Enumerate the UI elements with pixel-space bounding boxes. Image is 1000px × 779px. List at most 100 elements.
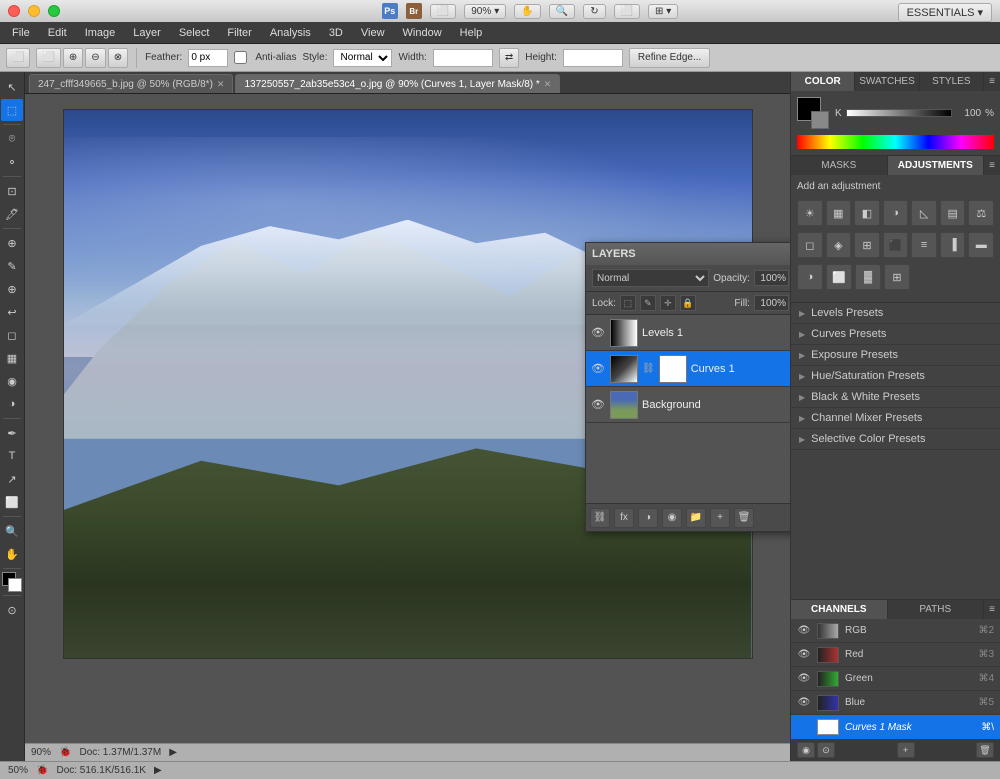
channel-green[interactable]: 👁 Green ⌘4 [791,667,1000,691]
fill-input[interactable] [754,295,789,311]
tab-doc2[interactable]: 137250557_2ab35e53c4_o.jpg @ 90% (Curves… [235,74,560,93]
close-button[interactable] [8,5,20,17]
tab-swatches[interactable]: SWATCHES [855,72,919,91]
layer-item-curves[interactable]: 👁 ⛓ Curves 1 [586,351,790,387]
menu-filter[interactable]: Filter [219,25,259,41]
ps-icon[interactable]: Ps [382,3,398,19]
preset-levels[interactable]: ▶ Levels Presets [791,303,1000,324]
delete-layer-btn[interactable]: 🗑 [734,508,754,528]
tab1-close[interactable]: ✕ [217,79,225,90]
tab-paths[interactable]: PATHS [888,600,985,619]
lock-all-btn[interactable]: 🔒 [680,295,696,311]
load-channel-btn[interactable]: ◉ [797,742,815,758]
adj-brightness-btn[interactable]: ☀ [797,200,823,226]
menu-layer[interactable]: Layer [125,25,169,41]
lock-position-btn[interactable]: ✛ [660,295,676,311]
opacity-input[interactable] [754,270,789,286]
swap-wh-btn[interactable]: ⇄ [499,48,519,68]
levels-visibility[interactable]: 👁 [590,325,606,341]
new-group-btn[interactable]: 📁 [686,508,706,528]
eraser-tool[interactable]: ◻ [1,324,23,346]
arrange-btn[interactable]: ⊞ ▾ [648,4,678,19]
marquee-options-btn[interactable]: ⬜ [6,48,30,68]
type-tool[interactable]: T [1,445,23,467]
adj-pattern-btn[interactable]: ⊞ [884,264,910,290]
layer-item-background[interactable]: 👁 Background 🔒 [586,387,790,423]
antialias-checkbox[interactable] [234,51,247,64]
color-panel-menu[interactable]: ≡ [984,72,1000,91]
hand-tool-bar[interactable]: ✋ [1,543,23,565]
channel-rgb[interactable]: 👁 RGB ⌘2 [791,619,1000,643]
save-channel-btn[interactable]: ⊙ [817,742,835,758]
menu-3d[interactable]: 3D [321,25,351,41]
rgb-visibility[interactable]: 👁 [797,625,811,636]
add-layer-style-btn[interactable]: fx [614,508,634,528]
lasso-tool[interactable]: ⌾ [1,128,23,150]
preset-exposure[interactable]: ▶ Exposure Presets [791,345,1000,366]
tab-doc1[interactable]: 247_cfff349665_b.jpg @ 50% (RGB/8*) ✕ [29,74,233,93]
adj-exposure-btn[interactable]: ◑ [883,200,909,226]
zoom-tool[interactable]: 🔍 [1,520,23,542]
preset-selective-color[interactable]: ▶ Selective Color Presets [791,429,1000,450]
adj-posterize-btn[interactable]: ≡ [911,232,937,258]
eyedropper-tool[interactable]: 🖊 [1,203,23,225]
tab-adjustments[interactable]: ADJUSTMENTS [888,156,985,175]
dodge-tool[interactable]: ◑ [1,393,23,415]
shape-tool[interactable]: ⬜ [1,491,23,513]
style-select[interactable]: Normal [333,49,392,67]
delete-channel-btn[interactable]: 🗑 [976,742,994,758]
adj-solidcolor-btn[interactable]: ⬜ [826,264,852,290]
tab-channels[interactable]: CHANNELS [791,600,888,619]
layers-panel-header[interactable]: LAYERS ≡ [586,243,790,265]
background-color[interactable] [8,578,22,592]
preset-channel-mixer[interactable]: ▶ Channel Mixer Presets [791,408,1000,429]
refine-edge-button[interactable]: Refine Edge... [629,48,710,68]
color-spectrum[interactable] [797,135,994,149]
add-selection-btn[interactable]: ⊕ [63,48,83,68]
adj-curves-btn[interactable]: ◧ [854,200,880,226]
blur-tool[interactable]: ◉ [1,370,23,392]
zoom-dropdown[interactable]: 90% ▾ [464,4,506,19]
k-slider[interactable] [846,109,952,117]
link-layers-btn[interactable]: ⛓ [590,508,610,528]
height-input[interactable] [563,49,623,67]
channels-panel-menu[interactable]: ≡ [984,600,1000,619]
adj-hsl-btn[interactable]: ▤ [940,200,966,226]
marquee-tool[interactable]: ⬚ [1,99,23,121]
adj-selectivecolor-btn[interactable]: ◑ [797,264,823,290]
lock-image-btn[interactable]: ✎ [640,295,656,311]
new-channel-btn[interactable]: + [897,742,915,758]
channel-curves-mask[interactable]: Curves 1 Mask ⌘\ [791,715,1000,739]
brush-tool[interactable]: ✎ [1,255,23,277]
masks-panel-menu[interactable]: ≡ [984,156,1000,175]
channel-blue[interactable]: 👁 Blue ⌘5 [791,691,1000,715]
path-select-tool[interactable]: ↗ [1,468,23,490]
essentials-button[interactable]: ESSENTIALS ▾ [898,3,992,22]
quick-mask-btn[interactable]: ⊙ [1,599,23,621]
menu-analysis[interactable]: Analysis [262,25,319,41]
preset-curves[interactable]: ▶ Curves Presets [791,324,1000,345]
menu-view[interactable]: View [353,25,393,41]
minimize-button[interactable] [28,5,40,17]
br-icon[interactable]: Br [406,3,422,19]
healing-brush-tool[interactable]: ⊕ [1,232,23,254]
history-brush-tool[interactable]: ↩ [1,301,23,323]
new-layer-btn[interactable]: + [710,508,730,528]
preset-hue-saturation[interactable]: ▶ Hue/Saturation Presets [791,366,1000,387]
curves-visibility[interactable]: 👁 [590,361,606,377]
adj-gradientmap-btn[interactable]: ▬ [968,232,994,258]
pen-tool[interactable]: ✒ [1,422,23,444]
adj-gradient-btn[interactable]: ▓ [855,264,881,290]
preset-bw[interactable]: ▶ Black & White Presets [791,387,1000,408]
background-visibility[interactable]: 👁 [590,397,606,413]
width-input[interactable] [433,49,493,67]
menu-image[interactable]: Image [77,25,124,41]
tab-color[interactable]: COLOR [791,72,855,91]
red-visibility[interactable]: 👁 [797,649,811,660]
menu-edit[interactable]: Edit [40,25,75,41]
feather-input[interactable] [188,49,228,67]
add-mask-btn[interactable]: ◑ [638,508,658,528]
blue-visibility[interactable]: 👁 [797,697,811,708]
subtract-selection-btn[interactable]: ⊖ [85,48,105,68]
crop-tool[interactable]: ⊡ [1,180,23,202]
